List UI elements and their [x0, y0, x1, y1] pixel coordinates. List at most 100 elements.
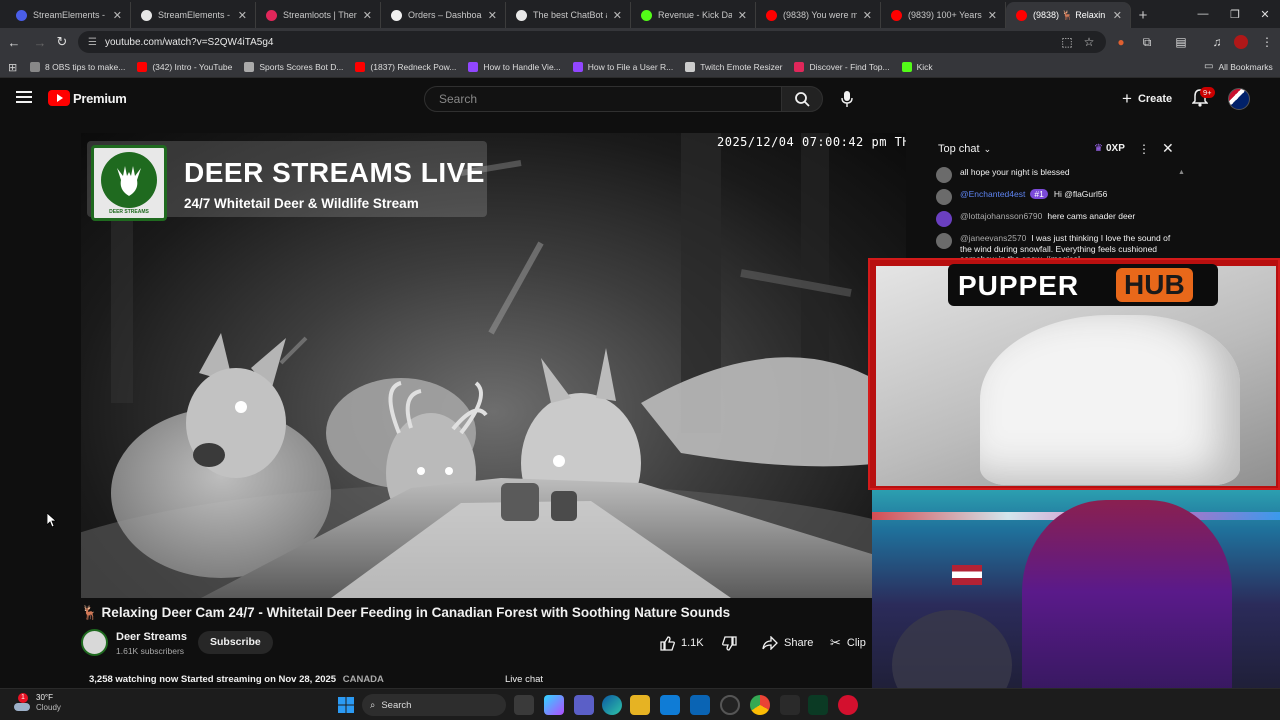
bookmark-item[interactable]: 8 OBS tips to make... — [30, 61, 125, 72]
live-chat-label[interactable]: Live chat — [505, 674, 543, 685]
bookmark-item[interactable]: Sports Scores Bot D... — [244, 61, 343, 72]
windows-start-icon[interactable] — [338, 697, 354, 713]
store-icon[interactable] — [660, 695, 680, 715]
browser-tab[interactable]: The best ChatBot and ✕ — [506, 2, 631, 28]
all-bookmarks-button[interactable]: ▭ All Bookmarks — [1204, 61, 1273, 72]
chat-avatar[interactable] — [936, 233, 952, 249]
address-bar[interactable]: ☰ youtube.com/watch?v=S2QW4iTA5g4 — [78, 31, 1106, 53]
hamburger-menu-icon[interactable] — [16, 90, 32, 109]
clip-button[interactable]: ✂ Clip — [830, 629, 866, 657]
chat-mode-dropdown[interactable]: Top chat ⌄ — [938, 143, 991, 155]
notifications-button[interactable]: 9+ — [1191, 87, 1215, 112]
tab-close-icon[interactable]: ✕ — [238, 9, 247, 22]
tab-close-icon[interactable]: ✕ — [363, 9, 372, 22]
chat-username[interactable]: @lottajohansson6790 — [960, 211, 1042, 221]
media-control-icon[interactable]: ♫ — [1208, 33, 1226, 51]
tab-close-icon[interactable]: ✕ — [988, 9, 997, 22]
subscribe-button[interactable]: Subscribe — [198, 631, 273, 654]
browser-tab[interactable]: StreamElements - rip ✕ — [131, 2, 256, 28]
app-red-icon[interactable] — [838, 695, 858, 715]
bookmark-item[interactable]: How to File a User R... — [572, 61, 673, 72]
chat-menu-icon[interactable]: ⋮ — [1138, 142, 1150, 156]
search-icon: ⌕ — [370, 699, 376, 711]
channel-avatar[interactable] — [81, 629, 108, 656]
app-icon[interactable] — [780, 695, 800, 715]
bookmark-item[interactable]: (1837) Redneck Pow... — [355, 61, 456, 72]
install-app-icon[interactable]: ⬚ — [1058, 33, 1076, 51]
voice-search-button[interactable] — [834, 86, 860, 112]
profile-avatar[interactable] — [1232, 33, 1250, 51]
browser-tab[interactable]: (9839) 100+ Years Of ✕ — [881, 2, 1006, 28]
youtube-premium-logo[interactable]: Premium — [48, 90, 127, 106]
bookmark-item[interactable]: Kick — [901, 61, 933, 72]
taskbar-search[interactable]: ⌕ Search — [362, 694, 506, 716]
tab-close-icon[interactable]: ✕ — [863, 9, 872, 22]
bookmark-item[interactable]: Discover - Find Top... — [794, 61, 890, 72]
create-button[interactable]: + Create — [1122, 86, 1172, 112]
chat-avatar[interactable] — [936, 211, 952, 227]
close-window-icon[interactable]: ✕ — [1248, 0, 1280, 28]
tab-title: The best ChatBot and — [533, 10, 607, 20]
apps-grid-icon[interactable]: ⊞ — [8, 61, 17, 74]
tab-close-icon[interactable]: ✕ — [613, 9, 622, 22]
teams-icon[interactable] — [574, 695, 594, 715]
tab-close-icon[interactable]: ✕ — [1113, 9, 1122, 22]
browser-tab[interactable]: Revenue - Kick Dashb ✕ — [631, 2, 756, 28]
copilot-icon[interactable] — [544, 695, 564, 715]
bookmark-favicon-icon — [901, 61, 912, 72]
task-view-icon[interactable] — [514, 695, 534, 715]
browser-tab[interactable]: StreamElements - Ove ✕ — [6, 2, 131, 28]
side-panel-icon[interactable]: ▤ — [1172, 33, 1190, 51]
extensions-icon[interactable]: ⧉ — [1138, 33, 1156, 51]
tab-close-icon[interactable]: ✕ — [488, 9, 497, 22]
reload-icon[interactable]: ↻ — [52, 32, 72, 52]
search-input[interactable]: Search — [424, 86, 782, 112]
weather-widget[interactable]: 1 30°F Cloudy — [14, 693, 61, 713]
share-button[interactable]: Share — [762, 629, 813, 657]
bookmark-item[interactable]: (342) Intro - YouTube — [137, 61, 233, 72]
chat-avatar[interactable] — [936, 189, 952, 205]
like-button[interactable]: 1.1K — [660, 629, 704, 657]
chat-username[interactable]: @janeevans2570 — [960, 233, 1026, 243]
chat-avatar[interactable] — [936, 167, 952, 183]
app-terminal-icon[interactable] — [808, 695, 828, 715]
chrome-icon[interactable] — [750, 695, 770, 715]
share-icon — [762, 636, 778, 650]
dislike-button[interactable] — [722, 629, 737, 657]
forward-icon[interactable]: → — [30, 32, 50, 52]
xp-badge[interactable]: ♛ 0XP — [1094, 143, 1125, 154]
file-explorer-icon[interactable] — [630, 695, 650, 715]
tab-close-icon[interactable]: ✕ — [738, 9, 747, 22]
scroll-up-icon[interactable]: ▲ — [1178, 169, 1185, 176]
url-text: youtube.com/watch?v=S2QW4iTA5g4 — [104, 36, 274, 48]
browser-tab[interactable]: (9838) You were my b ✕ — [756, 2, 881, 28]
chat-text: all hope your night is blessed — [960, 167, 1070, 177]
tab-close-icon[interactable]: ✕ — [113, 9, 122, 22]
site-info-icon[interactable]: ☰ — [88, 37, 97, 48]
bookmark-item[interactable]: How to Handle Vie... — [468, 61, 561, 72]
browser-tab[interactable]: (9838) 🦌 Relaxin ✕ — [1006, 2, 1131, 28]
channel-name[interactable]: Deer Streams — [116, 631, 187, 643]
menu-icon[interactable]: ⋮ — [1258, 33, 1276, 51]
outlook-icon[interactable] — [690, 695, 710, 715]
back-icon[interactable]: ← — [4, 32, 24, 52]
live-chat-panel: Top chat ⌄ ♛ 0XP ⋮ ✕ all hope your night… — [926, 133, 1188, 264]
extension-fox-icon[interactable]: ● — [1112, 33, 1130, 51]
account-avatar[interactable] — [1228, 88, 1250, 110]
obs-icon[interactable] — [720, 695, 740, 715]
bookmark-star-icon[interactable]: ☆ — [1080, 33, 1098, 51]
edge-icon[interactable] — [602, 695, 622, 715]
new-tab-button[interactable]: + — [1131, 2, 1155, 28]
minimize-icon[interactable]: — — [1186, 0, 1220, 28]
bookmark-label: How to Handle Vie... — [483, 61, 561, 72]
chat-username[interactable]: @Enchanted4est — [960, 189, 1025, 199]
bookmark-label: (342) Intro - YouTube — [152, 61, 233, 72]
browser-tab[interactable]: Orders – Dashboard ✕ — [381, 2, 506, 28]
video-player[interactable]: DEER STREAMS DEER STREAMS LIVE 24/7 Whit… — [81, 133, 906, 598]
bookmark-item[interactable]: Twitch Emote Resizer — [685, 61, 782, 72]
close-chat-icon[interactable]: ✕ — [1162, 140, 1174, 157]
maximize-icon[interactable]: ❐ — [1218, 0, 1252, 28]
bookmark-list: 8 OBS tips to make... (342) Intro - YouTu… — [30, 61, 945, 72]
browser-tab[interactable]: Streamloots | Therip ✕ — [256, 2, 381, 28]
search-button[interactable] — [781, 86, 823, 112]
